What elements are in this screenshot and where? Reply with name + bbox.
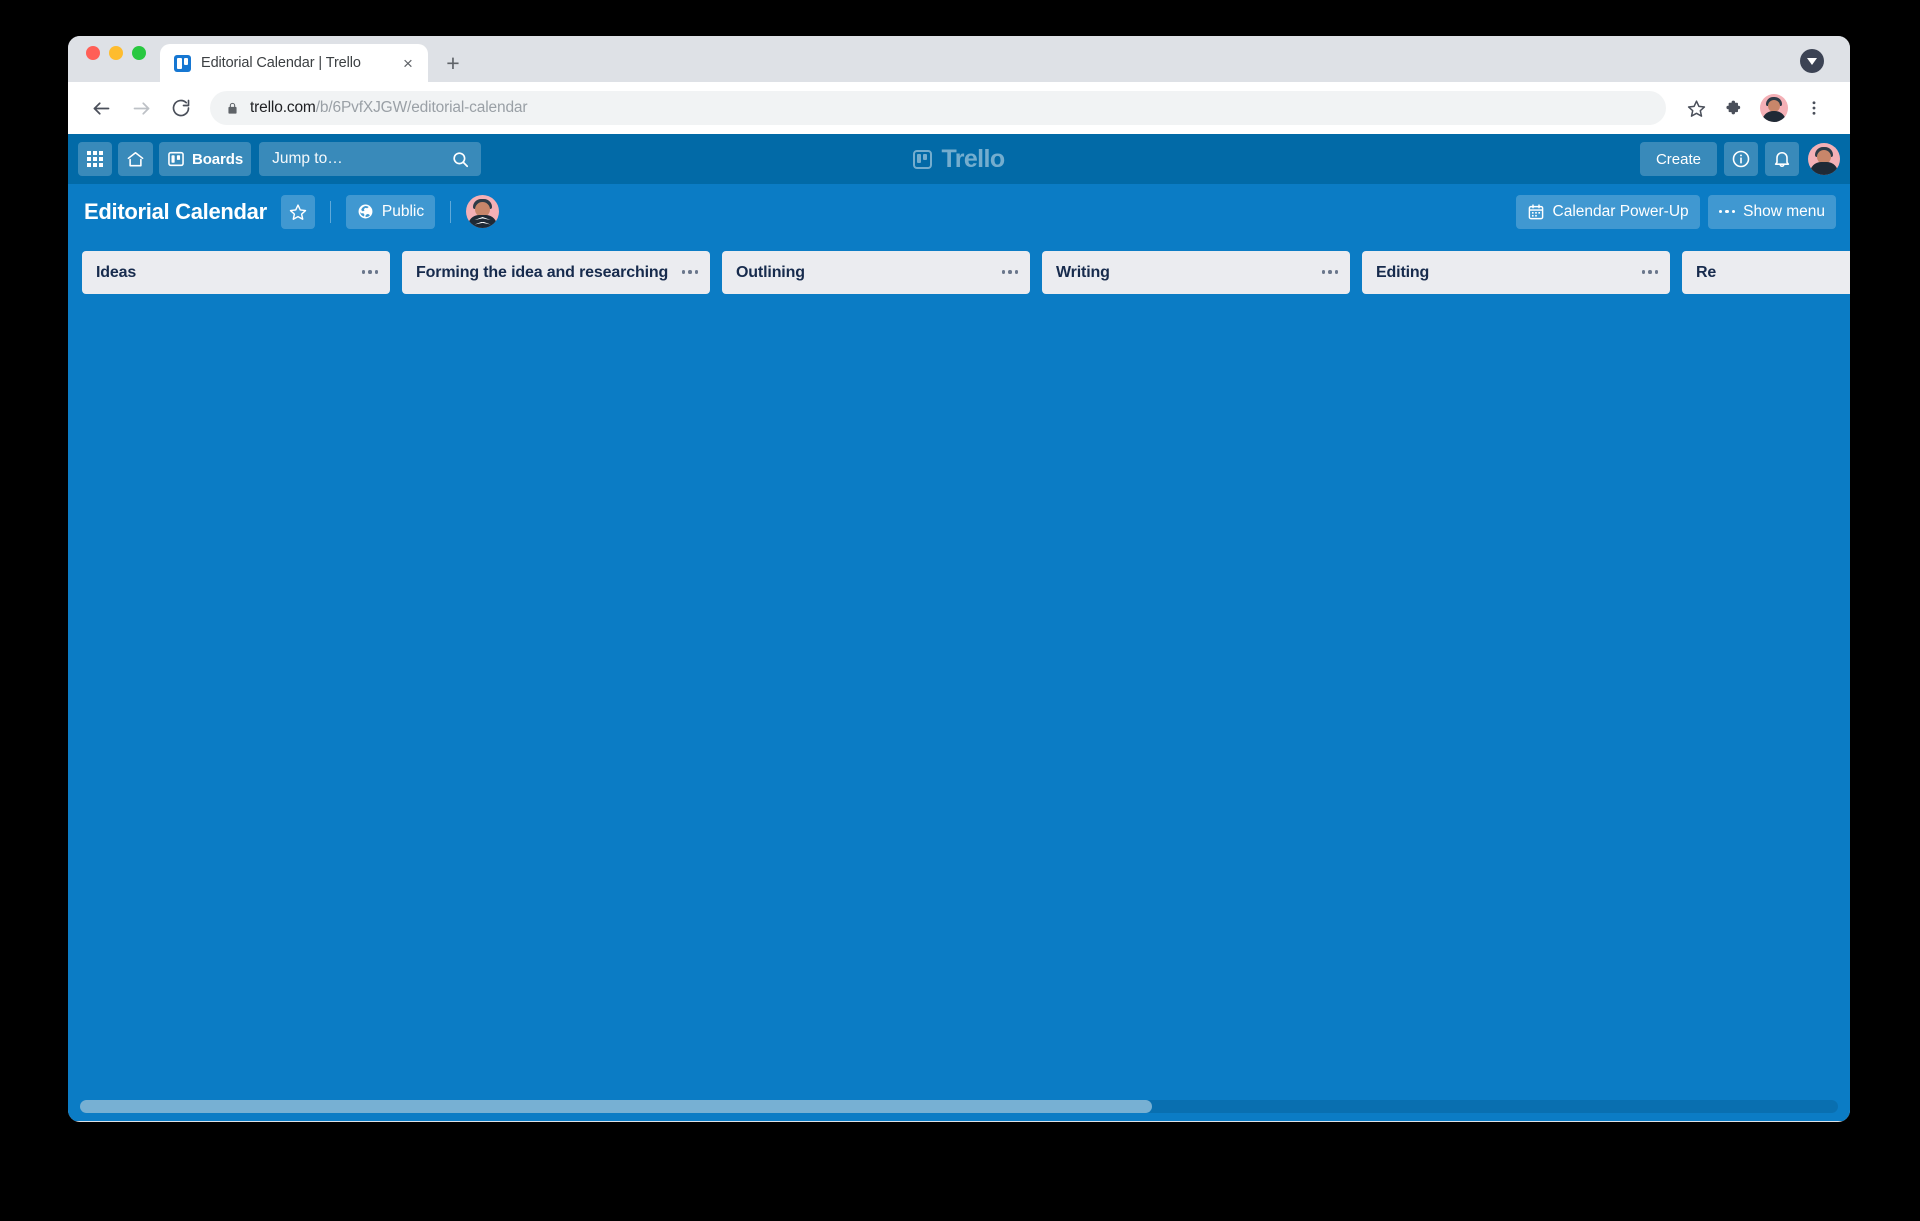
dots-horizontal-icon (1718, 209, 1736, 214)
search-input[interactable]: Jump to… (259, 142, 482, 176)
divider (329, 200, 331, 223)
calendar-power-up-label: Calendar Power-Up (1552, 202, 1689, 220)
list-title[interactable]: Re (1696, 262, 1850, 283)
board-list[interactable]: Editing (1362, 251, 1670, 295)
board-header-actions: Calendar Power-Up Show menu (1515, 194, 1836, 229)
user-avatar[interactable] (1808, 143, 1840, 175)
list-title[interactable]: Writing (1056, 262, 1311, 283)
boards-label: Boards (192, 150, 244, 168)
new-tab-button[interactable]: + (436, 46, 470, 80)
trello-favicon (174, 54, 191, 72)
board-list[interactable]: Ideas (82, 251, 390, 295)
sidebar-item-boards[interactable]: Boards (159, 142, 252, 176)
show-menu-label: Show menu (1743, 202, 1825, 220)
board-list[interactable]: Writing (1042, 251, 1350, 295)
minimize-window-button[interactable] (109, 45, 123, 60)
bell-icon[interactable] (1765, 142, 1799, 176)
download-arrow-icon (1807, 58, 1817, 65)
url-host: trello.com (250, 99, 316, 116)
divider (450, 200, 452, 223)
star-outline-icon[interactable] (1678, 90, 1714, 126)
home-icon[interactable] (118, 142, 153, 176)
board-lists-row: Ideas Forming the idea and researching Out… (68, 239, 1850, 295)
close-window-button[interactable] (86, 45, 100, 60)
trello-logo-icon (913, 149, 933, 169)
list-title[interactable]: Ideas (96, 262, 351, 283)
globe-icon (357, 203, 374, 220)
create-button[interactable]: Create (1639, 142, 1717, 176)
window-controls (86, 36, 146, 82)
board-visibility-button[interactable]: Public (345, 194, 436, 229)
search-placeholder: Jump to… (272, 150, 343, 167)
dots-horizontal-icon[interactable] (679, 262, 701, 282)
reload-icon[interactable] (162, 89, 200, 127)
trello-logo: Trello (879, 145, 1039, 174)
avatar-body (1810, 162, 1838, 175)
topnav-right-group: Create (1639, 142, 1840, 176)
url-path: /b/6PvfXJGW/editorial-calendar (315, 99, 528, 116)
star-outline-icon[interactable] (280, 194, 315, 229)
browser-tab-active[interactable]: Editorial Calendar | Trello × (160, 44, 428, 82)
list-title[interactable]: Forming the idea and researching (416, 262, 671, 283)
dots-horizontal-icon[interactable] (1639, 262, 1661, 282)
scrollbar-thumb[interactable] (80, 1100, 1153, 1113)
close-icon[interactable]: × (398, 53, 418, 73)
dots-horizontal-icon[interactable] (1319, 262, 1341, 282)
board-list[interactable]: Outlining (722, 251, 1030, 295)
calendar-icon (1527, 203, 1545, 221)
avatar-body (468, 215, 498, 228)
board-list[interactable]: Forming the idea and researching (402, 251, 710, 295)
browser-window: Editorial Calendar | Trello × + trello.c… (68, 36, 1850, 1122)
address-bar[interactable]: trello.com/b/6PvfXJGW/editorial-calendar (210, 91, 1666, 125)
board-header: Editorial Calendar Public Calendar Power… (68, 184, 1850, 239)
board-canvas: Ideas Forming the idea and researching Out… (68, 239, 1850, 1121)
forward-arrow-icon (122, 89, 160, 127)
dots-horizontal-icon[interactable] (999, 262, 1021, 282)
calendar-power-up-button[interactable]: Calendar Power-Up (1515, 194, 1700, 229)
three-dots-vertical-icon[interactable] (1796, 90, 1832, 126)
maximize-window-button[interactable] (132, 45, 146, 60)
lock-icon (226, 101, 239, 116)
back-arrow-icon[interactable] (82, 89, 120, 127)
trello-top-nav: Boards Jump to… Trello Create (68, 134, 1850, 184)
browser-tab-title: Editorial Calendar | Trello (201, 55, 361, 71)
profile-avatar[interactable] (1760, 94, 1788, 122)
board-member-avatar[interactable] (466, 195, 500, 228)
grid-apps-icon[interactable] (78, 142, 112, 176)
board-list[interactable]: Re (1682, 251, 1850, 295)
list-title[interactable]: Editing (1376, 262, 1631, 283)
download-indicator[interactable] (1800, 49, 1824, 73)
info-circle-icon[interactable] (1724, 142, 1758, 176)
grid-dots (87, 151, 103, 167)
board-icon (168, 151, 184, 167)
browser-tab-strip: Editorial Calendar | Trello × + (68, 36, 1850, 82)
puzzle-piece-icon[interactable] (1716, 90, 1752, 126)
dots-horizontal-icon[interactable] (359, 262, 381, 282)
trello-logo-text: Trello (941, 144, 1005, 173)
list-title[interactable]: Outlining (736, 262, 991, 283)
browser-toolbar: trello.com/b/6PvfXJGW/editorial-calendar (68, 82, 1850, 134)
board-visibility-label: Public (381, 202, 425, 220)
board-horizontal-scrollbar[interactable] (80, 1100, 1838, 1113)
url-text: trello.com/b/6PvfXJGW/editorial-calendar (250, 99, 528, 117)
show-menu-button[interactable]: Show menu (1707, 194, 1836, 229)
avatar-body (1762, 111, 1786, 122)
search-icon (451, 150, 470, 169)
page-title: Editorial Calendar (84, 198, 267, 224)
